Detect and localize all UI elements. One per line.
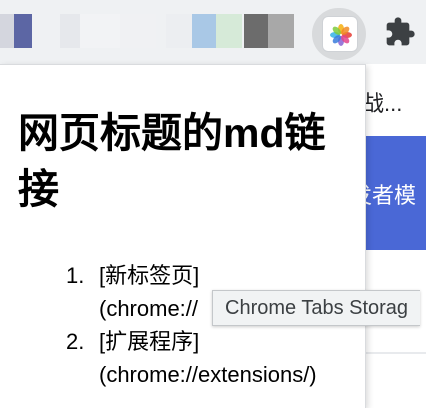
list-item[interactable]: 2. [扩展程序] (chrome://extensions/) [66, 325, 365, 391]
tab-title: [新标签页] [99, 263, 200, 288]
blurred-extension-icon[interactable] [80, 14, 120, 48]
blurred-extension-icon[interactable] [192, 14, 216, 48]
tab-title: [扩展程序] [99, 329, 200, 354]
blurred-extension-icon[interactable] [244, 14, 268, 48]
blurred-extension-icon[interactable] [14, 14, 32, 48]
browser-toolbar [0, 0, 426, 64]
flower-photos-icon[interactable] [322, 16, 358, 52]
blurred-extension-icon[interactable] [268, 14, 294, 48]
list-item-number: 2. [66, 329, 85, 354]
blurred-extension-icon[interactable] [0, 14, 14, 48]
tab-url: (chrome://extensions/) [99, 362, 317, 387]
page-partial-text: 战... [362, 91, 403, 116]
blurred-extension-icon[interactable] [120, 14, 156, 48]
puzzle-icon[interactable] [384, 16, 416, 48]
popup-title: 网页标题的md链接 [18, 110, 326, 212]
blurred-extension-icon[interactable] [166, 14, 192, 48]
extension-popup: 网页标题的md链接 1. [新标签页] (chrome:// 2. [扩展程序]… [0, 64, 366, 408]
extension-tooltip: Chrome Tabs Storag [212, 290, 421, 326]
list-item-number: 1. [66, 263, 85, 288]
page-divider [360, 352, 426, 354]
blurred-extension-icon[interactable] [60, 14, 80, 48]
blurred-extension-icon[interactable] [216, 14, 242, 48]
